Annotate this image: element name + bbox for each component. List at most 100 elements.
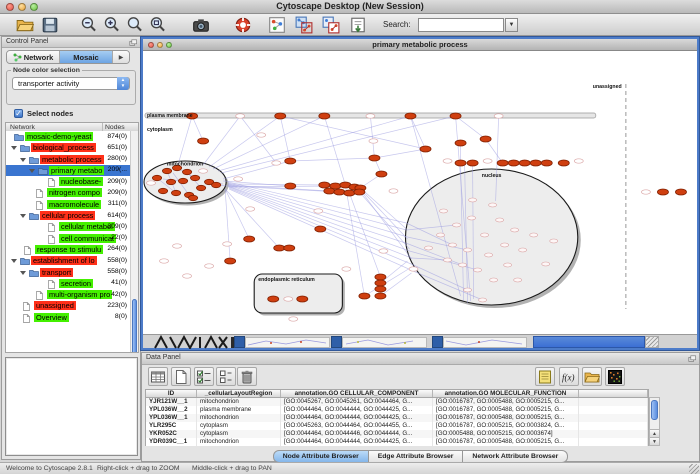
mitochondrion-node[interactable] [196, 185, 205, 190]
tree-item-cell-communicat[interactable]: cell communicat22(0) [6, 233, 138, 244]
mitochondrion-node[interactable] [166, 179, 175, 184]
unselect-attributes-button[interactable] [216, 367, 236, 386]
nucleus-node[interactable] [479, 298, 487, 302]
network-canvas[interactable]: plasma membranecytoplasmmitochondrionnuc… [143, 51, 697, 334]
red-node[interactable] [284, 245, 295, 251]
background-window-thumbnail[interactable] [342, 337, 427, 348]
red-node[interactable] [450, 113, 461, 119]
background-window-tab[interactable] [432, 336, 443, 348]
red-node[interactable] [455, 160, 466, 166]
attribute-matrix-button[interactable] [605, 367, 625, 386]
label-node[interactable] [246, 207, 255, 211]
network-graph[interactable]: plasma membranecytoplasmmitochondrionnuc… [143, 51, 697, 334]
mitochondrion-node[interactable] [171, 190, 180, 195]
label-node[interactable] [366, 114, 375, 118]
mitochondrion-node[interactable] [212, 182, 221, 187]
zoom-selected-button[interactable] [126, 16, 144, 34]
red-node[interactable] [455, 140, 466, 146]
table-row-ypl036w__1[interactable]: YPL036W__1mitochondrion[GO:0044464, GO:0… [145, 414, 649, 422]
red-node[interactable] [297, 296, 308, 302]
label-node[interactable] [160, 259, 169, 263]
tree-item-unassigned[interactable]: unassigned223(0) [6, 300, 138, 311]
tree-item-macromolecule[interactable]: macromolecule311(0) [6, 199, 138, 210]
expand-arrow-icon[interactable] [20, 271, 26, 275]
nucleus-node[interactable] [511, 228, 519, 232]
nucleus-node[interactable] [464, 248, 472, 252]
expand-arrow-icon[interactable] [29, 169, 35, 173]
window-resize-grip[interactable] [645, 336, 659, 348]
nucleus-node[interactable] [485, 253, 493, 257]
red-node[interactable] [375, 280, 386, 286]
nucleus-node[interactable] [530, 233, 538, 237]
nucleus-node[interactable] [481, 233, 489, 237]
red-node[interactable] [324, 188, 335, 194]
mitochondrion-node[interactable] [152, 175, 161, 180]
search-input[interactable] [418, 18, 504, 32]
delete-attribute-button[interactable] [237, 367, 257, 386]
nucleus-node[interactable] [444, 258, 452, 262]
new-attribute-button[interactable] [171, 367, 191, 386]
background-window-titlebar[interactable] [533, 336, 645, 348]
tree-item-primary-metabo[interactable]: primary metabo209(... [6, 165, 138, 176]
background-window-tab[interactable] [234, 336, 245, 348]
red-node[interactable] [354, 189, 365, 195]
nucleus-node[interactable] [496, 218, 504, 222]
red-node[interactable] [334, 189, 345, 195]
label-node[interactable] [234, 177, 243, 181]
nucleus-node[interactable] [514, 278, 522, 282]
red-node[interactable] [268, 296, 279, 302]
red-node[interactable] [375, 274, 386, 280]
red-node[interactable] [359, 293, 370, 299]
mitochondrion-node[interactable] [190, 175, 199, 180]
import-attributes-button[interactable] [582, 367, 602, 386]
tree-header-network[interactable]: Network [10, 124, 35, 131]
color-attribute-dropdown[interactable]: transporter activity ▲▼ [12, 77, 130, 90]
label-node[interactable] [409, 267, 418, 271]
red-node[interactable] [675, 189, 686, 195]
column-header-id[interactable]: ID [146, 390, 197, 397]
zoom-fit-button[interactable] [149, 16, 167, 34]
red-node[interactable] [315, 226, 326, 232]
red-node[interactable] [530, 160, 541, 166]
red-node[interactable] [467, 160, 478, 166]
red-node[interactable] [344, 190, 355, 196]
tree-item-cellular-metabol[interactable]: cellular metabol209(0) [6, 221, 138, 232]
select-attributes-button[interactable] [194, 367, 214, 386]
save-session-button[interactable] [41, 16, 59, 34]
network-window-titlebar[interactable]: primary metabolic process [143, 39, 697, 51]
tree-item-biological-process[interactable]: biological_process651(0) [6, 142, 138, 153]
nucleus-node[interactable] [550, 239, 558, 243]
label-node[interactable] [389, 189, 398, 193]
nucleus-node[interactable] [437, 233, 445, 237]
red-node[interactable] [420, 146, 431, 152]
network-overview-button[interactable] [268, 16, 286, 34]
table-row-ylr295c[interactable]: YLR295Ccytoplasm[GO:0045263, GO:0044464,… [145, 422, 649, 430]
table-row-yjr121w__1[interactable]: YJR121W__1mitochondrion[GO:0045267, GO:0… [145, 398, 649, 406]
nucleus-node[interactable] [440, 209, 448, 213]
tree-item-overview[interactable]: Overview8(0) [6, 312, 138, 323]
search-dropdown-caret-icon[interactable]: ▼ [505, 18, 518, 32]
red-node[interactable] [319, 113, 330, 119]
background-window-thumbnail[interactable] [443, 337, 527, 348]
nucleus-node[interactable] [453, 223, 461, 227]
red-node[interactable] [541, 160, 552, 166]
red-node[interactable] [376, 171, 387, 177]
background-window-tab[interactable] [331, 336, 342, 348]
red-node[interactable] [225, 258, 236, 264]
label-node[interactable] [284, 297, 293, 301]
tree-scrollbar[interactable] [130, 131, 138, 352]
tree-item-mosaic-demo-yeast[interactable]: mosaic-demo-yeast874(0) [6, 131, 138, 142]
red-node[interactable] [508, 160, 519, 166]
expand-arrow-icon[interactable] [11, 146, 17, 150]
tree-header-nodes[interactable]: Nodes [105, 124, 125, 131]
mitochondrion-node[interactable] [182, 169, 191, 174]
nucleus-node[interactable] [425, 246, 433, 250]
label-node[interactable] [205, 264, 214, 268]
column-header-annotation-go-cellular-component[interactable]: annotation.GO CELLULAR_COMPONENT [281, 390, 433, 397]
float-panel-icon[interactable] [129, 39, 137, 47]
red-node[interactable] [275, 113, 286, 119]
red-node[interactable] [657, 189, 668, 195]
tree-item-establishment-of-lo[interactable]: establishment of lo558(0) [6, 255, 138, 266]
nucleus-node[interactable] [501, 243, 509, 247]
red-node[interactable] [285, 183, 296, 189]
